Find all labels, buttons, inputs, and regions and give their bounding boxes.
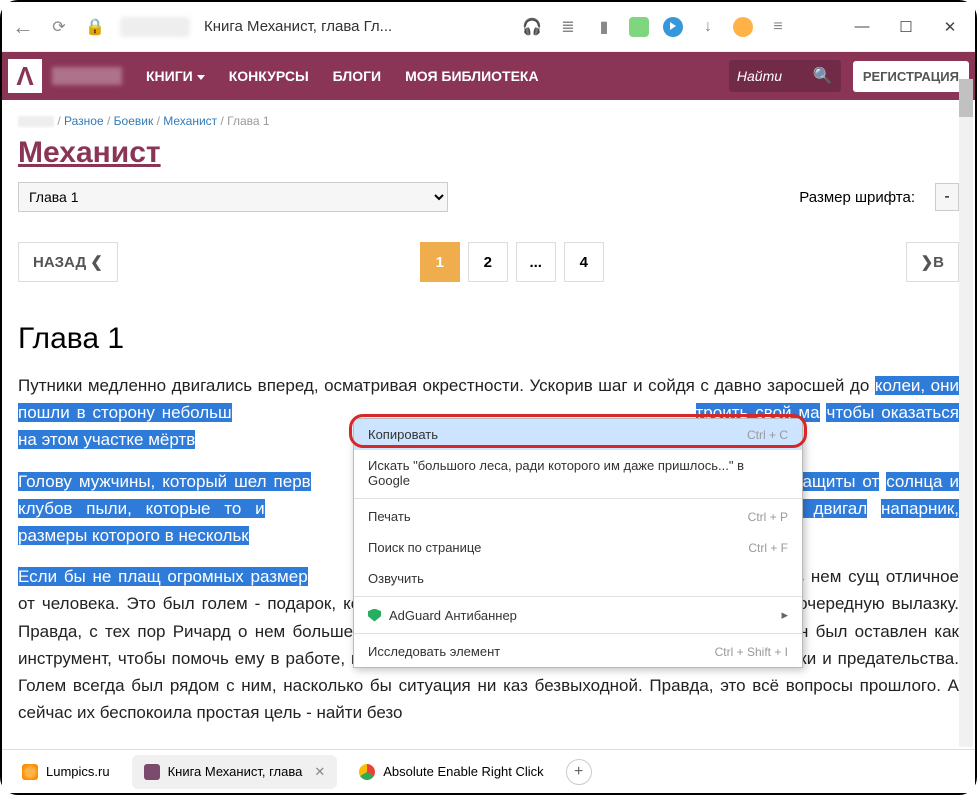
- new-tab-button[interactable]: +: [566, 759, 592, 785]
- page-title-chrome: Книга Механист, глава Гл...: [204, 18, 392, 35]
- nav-contests[interactable]: КОНКУРСЫ: [229, 68, 309, 84]
- breadcrumb: / Разное / Боевик / Механист / Глава 1: [18, 114, 959, 128]
- reader-icon[interactable]: ≣: [557, 16, 579, 38]
- extension-green-icon[interactable]: [629, 17, 649, 37]
- bookmark-icon[interactable]: ▮: [593, 16, 615, 38]
- site-name-blur: [52, 67, 122, 85]
- url-blur: [120, 17, 190, 37]
- site-logo[interactable]: Λ: [8, 59, 42, 93]
- page-2[interactable]: 2: [468, 242, 508, 282]
- tab-lumpics[interactable]: Lumpics.ru: [10, 755, 122, 789]
- page-dots: ...: [516, 242, 556, 282]
- font-size-label: Размер шрифта:: [799, 189, 915, 206]
- favicon-book: [144, 764, 160, 780]
- chevron-down-icon: [197, 75, 205, 80]
- register-button[interactable]: РЕГИСТРАЦИЯ: [853, 61, 969, 92]
- browser-tabbar: Lumpics.ru Книга Механист, глава✕ Absolu…: [2, 749, 975, 793]
- ctx-print[interactable]: ПечатьCtrl + P: [354, 501, 802, 532]
- favicon-chrome: [359, 764, 375, 780]
- crumb-misc[interactable]: Разное: [64, 114, 104, 128]
- crumb-action[interactable]: Боевик: [114, 114, 154, 128]
- download-icon[interactable]: ↓: [697, 16, 719, 38]
- ctx-inspect[interactable]: Исследовать элементCtrl + Shift + I: [354, 636, 802, 667]
- nav-blogs[interactable]: БЛОГИ: [333, 68, 381, 84]
- menu-icon[interactable]: ≡: [767, 16, 789, 38]
- extension-cursor-icon[interactable]: [663, 17, 683, 37]
- ctx-speak[interactable]: Озвучить: [354, 563, 802, 594]
- tab-absolute-enable[interactable]: Absolute Enable Right Click: [347, 755, 555, 789]
- headphones-icon[interactable]: 🎧: [521, 16, 543, 38]
- ctx-adguard[interactable]: AdGuard Антибаннер▸: [354, 599, 802, 631]
- close-tab-icon[interactable]: ✕: [314, 764, 325, 780]
- pager-back[interactable]: НАЗАД ❮: [18, 242, 118, 282]
- crumb-book[interactable]: Механист: [163, 114, 217, 128]
- nav-books[interactable]: КНИГИ: [146, 68, 205, 84]
- context-menu: КопироватьCtrl + C Искать "большого леса…: [353, 418, 803, 668]
- lock-icon: 🔒: [84, 16, 106, 38]
- ctx-find[interactable]: Поиск по страницеCtrl + F: [354, 532, 802, 563]
- crumb-blur: [18, 116, 54, 127]
- search-input[interactable]: [737, 68, 807, 84]
- pager: НАЗАД ❮ 1 2 ... 4 ❯В: [18, 242, 959, 282]
- chapter-heading: Глава 1: [18, 322, 959, 356]
- search-box[interactable]: 🔍: [729, 60, 841, 92]
- chevron-right-icon: ▸: [781, 607, 788, 623]
- ctx-search-google[interactable]: Искать "большого леса, ради которого им …: [354, 450, 802, 496]
- maximize-button[interactable]: ☐: [891, 12, 921, 42]
- browser-toolbar: ← ⟳ 🔒 Книга Механист, глава Гл... 🎧 ≣ ▮ …: [2, 2, 975, 52]
- minimize-button[interactable]: —: [847, 12, 877, 42]
- page-4[interactable]: 4: [564, 242, 604, 282]
- favicon-lumpics: [22, 764, 38, 780]
- extension-orange-icon[interactable]: [733, 17, 753, 37]
- font-minus-button[interactable]: -: [935, 183, 959, 211]
- book-title[interactable]: Механист: [18, 136, 959, 170]
- page-1[interactable]: 1: [420, 242, 460, 282]
- site-header: Λ КНИГИ КОНКУРСЫ БЛОГИ МОЯ БИБЛИОТЕКА 🔍 …: [2, 52, 975, 100]
- shield-icon: [368, 609, 381, 622]
- reload-icon[interactable]: ⟳: [48, 16, 70, 38]
- tab-mechanist[interactable]: Книга Механист, глава✕: [132, 755, 338, 789]
- ctx-copy[interactable]: КопироватьCtrl + C: [354, 419, 802, 450]
- pager-forward[interactable]: ❯В: [906, 242, 959, 282]
- close-window-button[interactable]: ✕: [935, 12, 965, 42]
- search-icon[interactable]: 🔍: [813, 66, 833, 86]
- nav-library[interactable]: МОЯ БИБЛИОТЕКА: [405, 68, 538, 84]
- chapter-select[interactable]: Глава 1: [18, 182, 448, 212]
- crumb-chapter: Глава 1: [227, 114, 269, 128]
- back-icon[interactable]: ←: [12, 14, 34, 40]
